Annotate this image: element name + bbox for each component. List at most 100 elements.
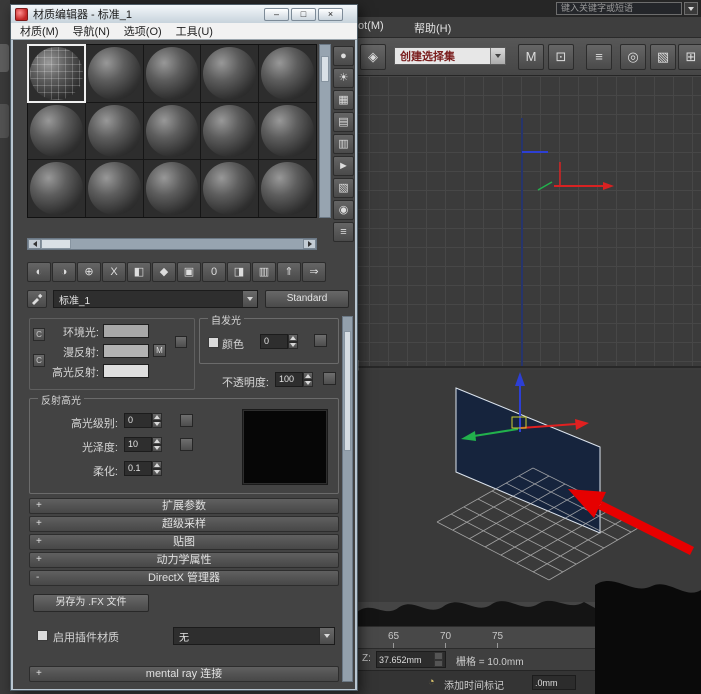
specular-color-swatch[interactable] xyxy=(103,364,149,378)
spinner-down-button[interactable] xyxy=(303,379,313,387)
material-sample-slot-active[interactable] xyxy=(27,44,86,103)
named-selection-set-combo[interactable]: 创建选择集 xyxy=(394,47,506,65)
keyboard-override-icon[interactable]: ◈ xyxy=(360,44,386,70)
pick-material-eyedropper[interactable] xyxy=(27,290,47,308)
self-illum-color-checkbox[interactable] xyxy=(208,337,219,348)
show-end-result-icon[interactable]: ▥ xyxy=(252,262,276,282)
menu-navigation[interactable]: 导航(N) xyxy=(66,23,117,39)
material-sample-slot[interactable] xyxy=(85,45,143,102)
put-to-library-icon[interactable]: ▣ xyxy=(177,262,201,282)
material-sample-slot[interactable] xyxy=(259,45,316,102)
toolbar-icon-fragment[interactable] xyxy=(0,44,9,72)
scrollbar-track[interactable] xyxy=(71,239,303,249)
material-sample-slot[interactable] xyxy=(201,45,259,102)
background-icon[interactable]: ▦ xyxy=(333,90,354,110)
timeline-ruler[interactable]: 65 70 75 xyxy=(350,626,598,649)
spinner-down-button[interactable] xyxy=(152,468,162,476)
curve-editor-icon[interactable]: ◎ xyxy=(620,44,646,70)
spinner-down-button[interactable] xyxy=(152,420,162,428)
spinner-up-button[interactable] xyxy=(152,461,162,469)
combo-arrow-button[interactable] xyxy=(490,48,505,64)
spinner-down-button[interactable] xyxy=(152,444,162,452)
rendered-frame-icon[interactable]: ⊞ xyxy=(678,44,701,70)
reset-map-icon[interactable]: X xyxy=(102,262,126,282)
material-sample-slot[interactable] xyxy=(143,102,201,160)
options-icon[interactable]: ▧ xyxy=(333,178,354,198)
diffuse-map-button[interactable]: M xyxy=(153,344,166,357)
rollout-extended-parameters[interactable]: + 扩展参数 xyxy=(29,498,339,514)
glossiness-spinner[interactable]: 10 xyxy=(124,437,162,452)
material-editor-window[interactable]: 材质编辑器 - 标准_1 – □ × 材质(M) 导航(N) 选项(O) 工具(… xyxy=(10,4,358,691)
spinner-up-button[interactable] xyxy=(288,334,298,342)
rollout-directx-manager[interactable]: - DirectX 管理器 xyxy=(29,570,339,586)
plugin-material-dropdown[interactable]: 无 xyxy=(173,627,335,645)
make-preview-icon[interactable]: ► xyxy=(333,156,354,176)
scrollbar-thumb[interactable] xyxy=(41,239,71,249)
enable-plugin-material-checkbox[interactable] xyxy=(37,630,48,641)
menu-material[interactable]: 材质(M) xyxy=(13,23,66,39)
spinner-up-button[interactable] xyxy=(303,372,313,380)
specular-level-map-button[interactable] xyxy=(180,414,193,427)
opacity-map-button[interactable] xyxy=(323,372,336,385)
scrollbar-thumb[interactable] xyxy=(344,331,351,451)
material-map-navigator-icon[interactable]: ≡ xyxy=(333,222,354,242)
material-sample-slot[interactable] xyxy=(143,160,201,217)
select-by-material-icon[interactable]: ◉ xyxy=(333,200,354,220)
add-time-tag-button[interactable]: 添加时间标记 xyxy=(444,677,504,692)
go-to-parent-icon[interactable]: ⇑ xyxy=(277,262,301,282)
save-as-fx-button[interactable]: 另存为 .FX 文件 xyxy=(33,594,149,612)
shader-type-button[interactable]: Standard xyxy=(265,290,349,308)
opacity-spinner[interactable]: 100 xyxy=(275,372,313,387)
assign-material-icon[interactable]: ⊕ xyxy=(77,262,101,282)
close-button[interactable]: × xyxy=(318,7,343,21)
glossiness-map-button[interactable] xyxy=(180,438,193,451)
specular-level-spinner[interactable]: 0 xyxy=(124,413,162,428)
menu-maxscript-fragment[interactable]: ot(M) xyxy=(358,20,384,32)
menu-utilities[interactable]: 工具(U) xyxy=(169,23,220,39)
spinner-up-button[interactable] xyxy=(152,437,162,445)
make-material-copy-icon[interactable]: ◧ xyxy=(127,262,151,282)
material-sample-slot[interactable] xyxy=(28,160,85,217)
material-sample-slot[interactable] xyxy=(259,160,316,217)
material-sample-slot[interactable] xyxy=(28,102,85,160)
parameters-scrollbar[interactable] xyxy=(342,316,353,682)
mirror-icon[interactable]: M xyxy=(518,44,544,70)
lock-ambient-diffuse-icon[interactable]: C xyxy=(33,328,45,341)
video-color-check-icon[interactable]: ▥ xyxy=(333,134,354,154)
scrollbar-thumb[interactable] xyxy=(321,56,329,82)
material-sample-slot[interactable] xyxy=(85,102,143,160)
menu-help[interactable]: 帮助(H) xyxy=(414,20,451,36)
layer-manager-icon[interactable]: ≡ xyxy=(586,44,612,70)
soften-spinner[interactable]: 0.1 xyxy=(124,461,162,476)
material-sample-slot[interactable] xyxy=(259,102,316,160)
minimize-button[interactable]: – xyxy=(264,7,289,21)
material-sample-slot[interactable] xyxy=(143,45,201,102)
get-material-icon[interactable]: ◐ xyxy=(27,262,51,282)
coordinate-field-fragment[interactable]: .0mm xyxy=(532,675,576,690)
show-in-viewport-icon[interactable]: ◨ xyxy=(227,262,251,282)
search-input[interactable]: 键入关键字或短语 xyxy=(556,2,682,15)
self-illum-map-button[interactable] xyxy=(314,334,327,347)
sample-vertical-scrollbar[interactable] xyxy=(319,44,331,218)
coordinate-spinner[interactable] xyxy=(434,652,443,667)
rollout-supersampling[interactable]: + 超级采样 xyxy=(29,516,339,532)
render-setup-icon[interactable]: ▧ xyxy=(650,44,676,70)
material-name-combo[interactable]: 标准_1 xyxy=(53,290,258,308)
material-sample-slot[interactable] xyxy=(201,102,259,160)
put-material-to-scene-icon[interactable]: ◑ xyxy=(52,262,76,282)
align-icon[interactable]: ⊡ xyxy=(548,44,574,70)
go-forward-sibling-icon[interactable]: ⇒ xyxy=(302,262,326,282)
rollout-dynamics-properties[interactable]: + 动力学属性 xyxy=(29,552,339,568)
blue-badge-icon[interactable] xyxy=(175,336,187,348)
backlight-icon[interactable]: ☀ xyxy=(333,68,354,88)
combo-arrow-button[interactable] xyxy=(242,291,257,307)
material-sample-slot[interactable] xyxy=(201,160,259,217)
menu-options[interactable]: 选项(O) xyxy=(117,23,169,39)
search-options-button[interactable] xyxy=(684,2,698,15)
material-sample-slot[interactable] xyxy=(85,160,143,217)
window-titlebar[interactable]: 材质编辑器 - 标准_1 – □ × xyxy=(11,5,357,23)
sample-horizontal-scrollbar[interactable] xyxy=(27,238,317,250)
viewport-perspective[interactable] xyxy=(350,370,701,602)
rollout-mental-ray-connection[interactable]: + mental ray 连接 xyxy=(29,666,339,682)
viewport-front[interactable] xyxy=(350,76,701,368)
